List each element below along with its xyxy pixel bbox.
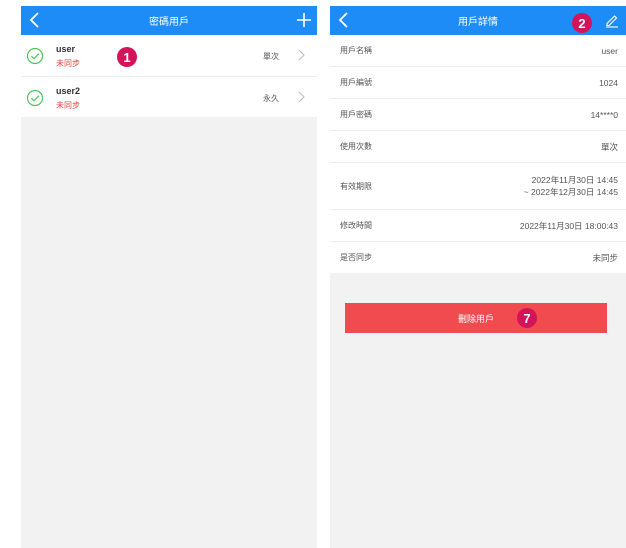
sync-status: 未同步	[56, 101, 80, 110]
row-label: 用戶密碼	[340, 110, 372, 119]
back-icon[interactable]	[336, 10, 352, 30]
check-circle-icon	[26, 89, 44, 107]
detail-row-user-id: 用戶編號 1024	[330, 67, 626, 99]
row-label: 是否同步	[340, 253, 372, 262]
detail-row-username: 用戶名稱 user	[330, 35, 626, 67]
detail-row-usage-count: 使用次數 單次	[330, 131, 626, 163]
row-value: 14****0	[590, 109, 618, 120]
user-detail-screen: 用戶詳情 2 用戶名稱 user 用戶編號 1024 用戶密碼 14****0 …	[330, 6, 626, 548]
row-value: 2022年11月30日 14:45 ~ 2022年12月30日 14:45	[524, 174, 618, 198]
pencil-icon[interactable]	[604, 12, 620, 28]
usage-type: 永久	[263, 94, 279, 103]
row-value: 未同步	[592, 252, 618, 263]
navbar: 密碼用戶	[21, 6, 317, 35]
detail-row-validity: 有效期限 2022年11月30日 14:45 ~ 2022年12月30日 14:…	[330, 163, 626, 210]
back-icon[interactable]	[27, 10, 43, 30]
row-label: 用戶編號	[340, 78, 372, 87]
detail-list: 用戶名稱 user 用戶編號 1024 用戶密碼 14****0 使用次數 單次…	[330, 35, 626, 273]
row-label: 有效期限	[340, 181, 372, 191]
validity-end: ~ 2022年12月30日 14:45	[523, 187, 618, 197]
row-value: 1024	[599, 77, 618, 88]
chevron-right-icon	[298, 91, 305, 103]
validity-start: 2022年11月30日 14:45	[531, 175, 618, 185]
page-title: 用戶詳情	[458, 17, 498, 28]
row-value: 2022年11月30日 18:00:43	[519, 220, 618, 231]
row-label: 用戶名稱	[340, 46, 372, 55]
delete-user-button[interactable]: 刪除用戶 7	[345, 303, 607, 333]
detail-row-password: 用戶密碼 14****0	[330, 99, 626, 131]
user-list: user 未同步 單次 1 user2 未同步 永久	[21, 35, 317, 117]
navbar: 用戶詳情 2	[330, 6, 626, 35]
add-icon[interactable]	[295, 10, 313, 30]
user-row-2[interactable]: user2 未同步 永久	[21, 77, 317, 117]
detail-row-modified-time: 修改時間 2022年11月30日 18:00:43	[330, 210, 626, 242]
user-name: user	[56, 44, 76, 54]
row-label: 修改時間	[340, 221, 372, 230]
user-row-1[interactable]: user 未同步 單次 1	[21, 35, 317, 77]
annotation-badge-2: 2	[572, 13, 592, 33]
page-title: 密碼用戶	[149, 17, 189, 28]
sync-status: 未同步	[56, 59, 80, 68]
user-name: user2	[56, 86, 81, 96]
delete-user-label: 刪除用戶	[457, 313, 494, 324]
annotation-badge-7: 7	[517, 308, 537, 328]
chevron-right-icon	[298, 49, 305, 61]
usage-type: 單次	[263, 52, 279, 61]
row-value: 單次	[600, 141, 618, 152]
detail-row-sync-status: 是否同步 未同步	[330, 242, 626, 273]
check-circle-icon	[26, 47, 44, 65]
user-list-screen: 密碼用戶 user 未同步 單次 1 user2 未同步 永久	[21, 6, 317, 548]
row-label: 使用次數	[340, 142, 372, 151]
annotation-badge-1: 1	[117, 47, 137, 67]
row-value: user	[601, 45, 618, 56]
